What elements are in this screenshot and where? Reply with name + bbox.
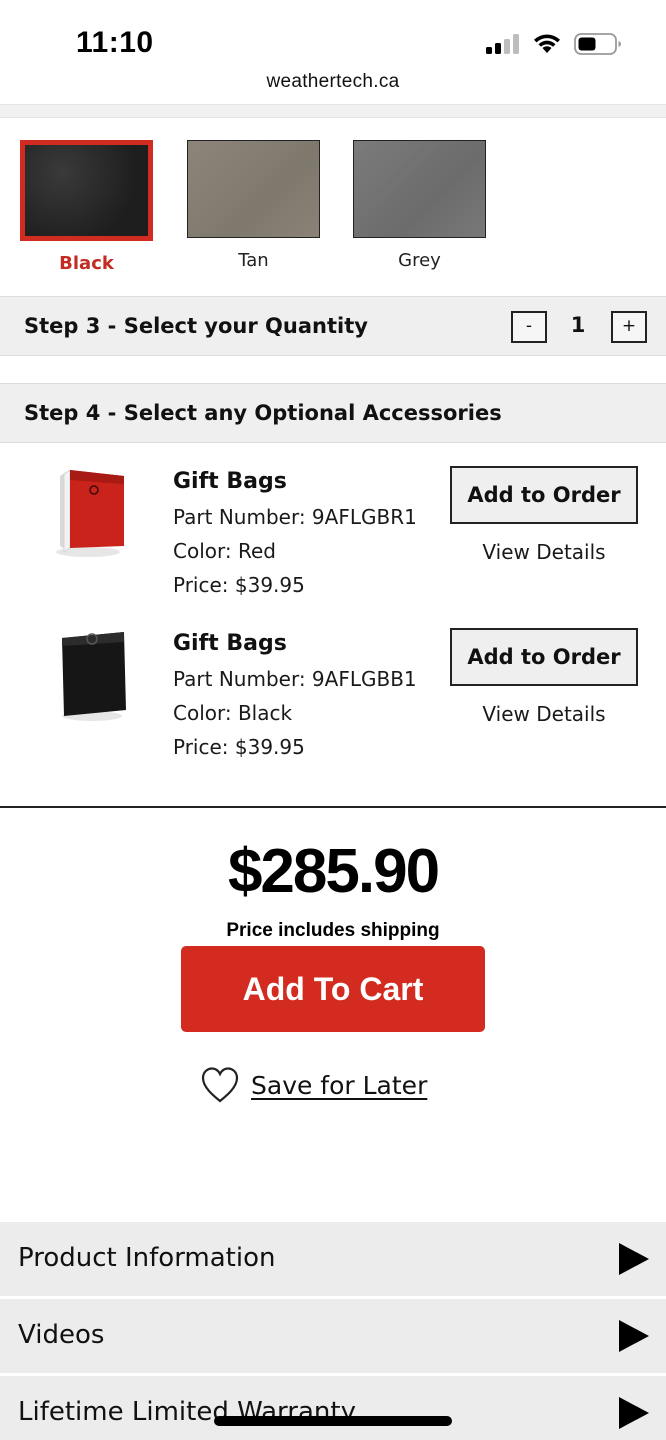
quantity-decrease-button[interactable]: -	[511, 311, 547, 343]
accordion-label: Videos	[18, 1320, 105, 1350]
step4-bar: Step 4 - Select any Optional Accessories	[0, 383, 666, 443]
view-details-link[interactable]: View Details	[450, 540, 638, 564]
price-divider	[0, 806, 666, 808]
accordion-warranty[interactable]: Lifetime Limited Warranty	[0, 1376, 666, 1440]
swatch-grey[interactable]	[353, 140, 486, 238]
black-gift-bag-icon	[62, 632, 126, 721]
swatch-label-grey: Grey	[398, 250, 441, 271]
swatch-label-tan: Tan	[238, 250, 269, 271]
quantity-increase-button[interactable]: +	[611, 311, 647, 343]
add-to-cart-button[interactable]: Add To Cart	[181, 946, 485, 1032]
accessory-color: Color: Red	[173, 539, 276, 563]
expand-arrow-icon	[619, 1397, 649, 1429]
step4-title: Step 4 - Select any Optional Accessories	[24, 401, 502, 425]
add-to-order-button[interactable]: Add to Order	[450, 466, 638, 524]
view-details-link[interactable]: View Details	[450, 702, 638, 726]
shipping-note: Price includes shipping	[226, 920, 440, 941]
total-price: $285.90	[227, 837, 440, 906]
swatch-black[interactable]	[20, 140, 153, 241]
heart-icon[interactable]	[200, 1066, 240, 1104]
accessory-part-number: Part Number: 9AFLGBR1	[173, 505, 417, 529]
red-gift-bag-icon	[56, 469, 124, 557]
status-time: 11:10	[76, 26, 154, 59]
step3-title: Step 3 - Select your Quantity	[24, 314, 368, 338]
save-for-later-link[interactable]: Save for Later	[251, 1071, 427, 1100]
accessory-color: Color: Black	[173, 701, 293, 725]
swatch-label-black: Black	[59, 253, 114, 274]
status-bar: 11:10 weathertech.ca	[0, 0, 666, 92]
quantity-value: 1	[570, 313, 586, 337]
wifi-icon	[534, 34, 560, 53]
accessory-part-number: Part Number: 9AFLGBB1	[173, 667, 417, 691]
accessory-title: Gift Bags	[173, 469, 287, 494]
accordion-product-information[interactable]: Product Information	[0, 1222, 666, 1296]
accordion-videos[interactable]: Videos	[0, 1299, 666, 1373]
address-bar-url[interactable]: weathertech.ca	[0, 71, 666, 93]
step3-bar: Step 3 - Select your Quantity - 1 +	[0, 296, 666, 356]
cellular-signal-icon	[486, 34, 519, 54]
accessory-price: Price: $39.95	[173, 573, 305, 597]
home-indicator[interactable]	[214, 1416, 452, 1426]
section-divider	[0, 104, 666, 118]
swatch-tan[interactable]	[187, 140, 320, 238]
accordion-label: Product Information	[18, 1243, 276, 1273]
expand-arrow-icon	[619, 1243, 649, 1275]
add-to-order-button[interactable]: Add to Order	[450, 628, 638, 686]
accessory-price: Price: $39.95	[173, 735, 305, 759]
expand-arrow-icon	[619, 1320, 649, 1352]
accessory-title: Gift Bags	[173, 631, 287, 656]
battery-icon	[574, 33, 621, 55]
